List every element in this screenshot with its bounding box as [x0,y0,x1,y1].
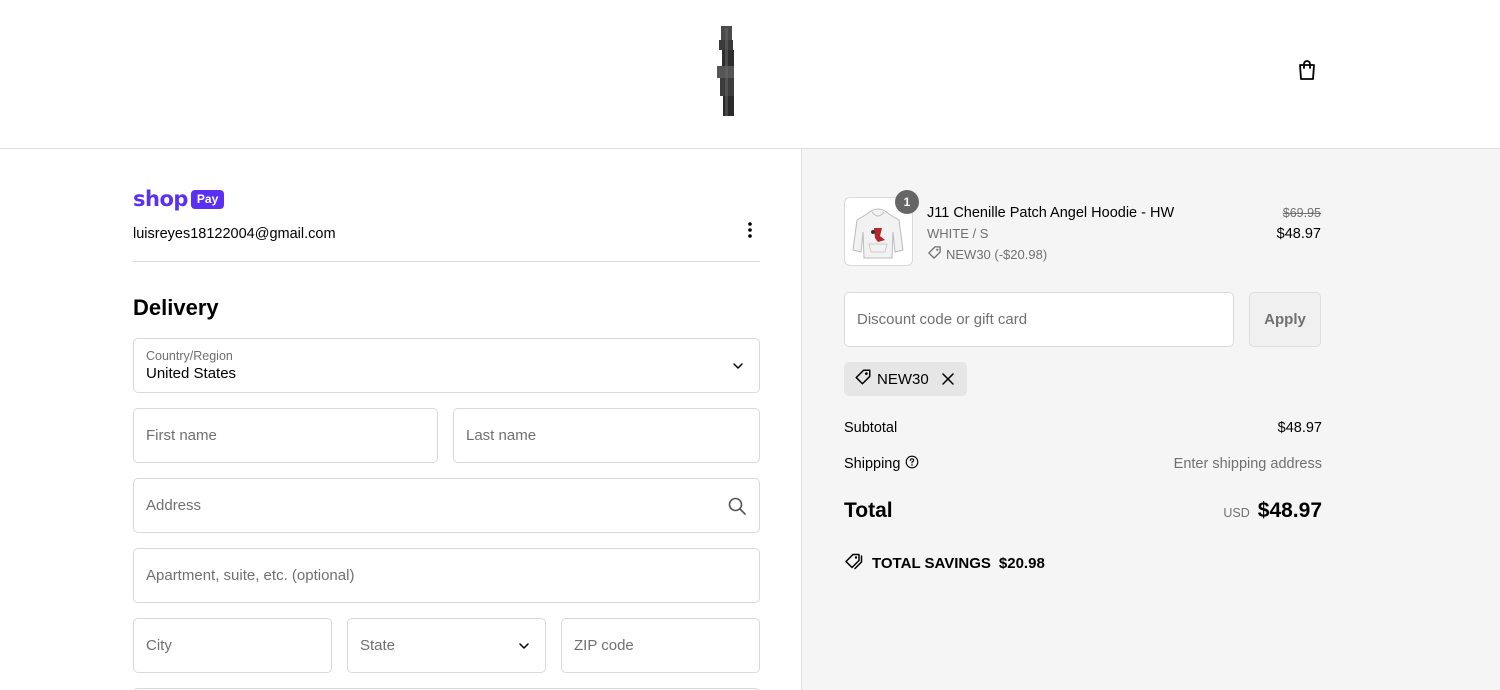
account-email: luisreyes18122004@gmail.com [133,226,336,242]
header [0,0,1500,149]
total-value: $48.97 [1257,499,1322,522]
savings-tag-icon [844,552,864,574]
product-variant: WHITE / S [927,226,989,241]
apartment-field[interactable] [133,548,760,603]
discounted-price: $48.97 [1276,226,1321,242]
total-label: Total [844,499,893,522]
account-menu-button[interactable] [740,221,760,243]
total-savings: TOTAL SAVINGS $20.98 [844,552,1045,574]
discount-code-field[interactable] [844,292,1234,347]
last-name-field[interactable] [453,408,760,463]
applied-discount-chip: NEW30 [844,362,967,396]
shipping-label: Shipping [844,456,901,472]
savings-value: $20.98 [998,554,1045,572]
country-label: Country/Region [146,349,233,363]
applied-discount-code: NEW30 [877,370,929,388]
shipping-value: Enter shipping address [1173,456,1322,472]
quantity-badge: 1 [895,190,919,214]
product-name: J11 Chenille Patch Angel Hoodie - HW [927,205,1175,221]
checkout-form-panel: shop Pay luisreyes18122004@gmail.com Del… [0,149,801,690]
subtotal-row: Subtotal $48.97 [844,420,1322,436]
country-value: United States [146,365,237,382]
savings-label: TOTAL SAVINGS [872,554,991,572]
shop-pay-logo: shop Pay [133,187,225,211]
currency-code: USD [1223,506,1250,520]
original-price: $69.95 [1282,206,1321,220]
country-select[interactable]: Country/Region United States [133,338,760,393]
first-name-input[interactable] [134,409,437,462]
remove-discount-button[interactable] [941,372,955,386]
subtotal-value: $48.97 [1277,420,1322,436]
tag-icon [854,368,872,390]
product-discount: NEW30 (-$20.98) [927,245,1047,263]
city-input[interactable] [134,619,331,672]
zip-input[interactable] [562,619,759,672]
apply-button[interactable]: Apply [1249,292,1321,347]
shop-pay-badge: Pay [190,190,225,209]
address-input[interactable] [134,479,759,532]
shopping-bag-icon [1297,59,1317,86]
shipping-row: Shipping Enter shipping address [844,455,1322,473]
address-field[interactable] [133,478,760,533]
discount-code-input[interactable] [845,293,1233,346]
subtotal-label: Subtotal [844,420,898,436]
shop-pay-wordmark: shop [133,187,188,211]
product-discount-text: NEW30 (-$20.98) [946,246,1048,262]
first-name-field[interactable] [133,408,438,463]
apartment-input[interactable] [134,549,759,602]
city-field[interactable] [133,618,332,673]
last-name-input[interactable] [454,409,759,462]
more-vertical-icon [747,221,753,244]
delivery-heading: Delivery [133,295,219,320]
chevron-down-icon [731,359,745,373]
state-select[interactable]: State [347,618,546,673]
state-label: State [360,637,396,654]
help-icon[interactable] [905,455,919,473]
zip-field[interactable] [561,618,760,673]
total-row: Total USD $48.97 [844,499,1322,523]
divider [133,261,760,262]
search-icon[interactable] [727,496,747,516]
chevron-down-icon [517,639,531,653]
brand-logo[interactable] [714,24,738,120]
tag-icon [927,245,942,263]
cart-button[interactable] [1295,59,1319,86]
order-summary-panel: 1 J11 Chenille Patch Angel Hoodie - HW W… [801,149,1500,690]
